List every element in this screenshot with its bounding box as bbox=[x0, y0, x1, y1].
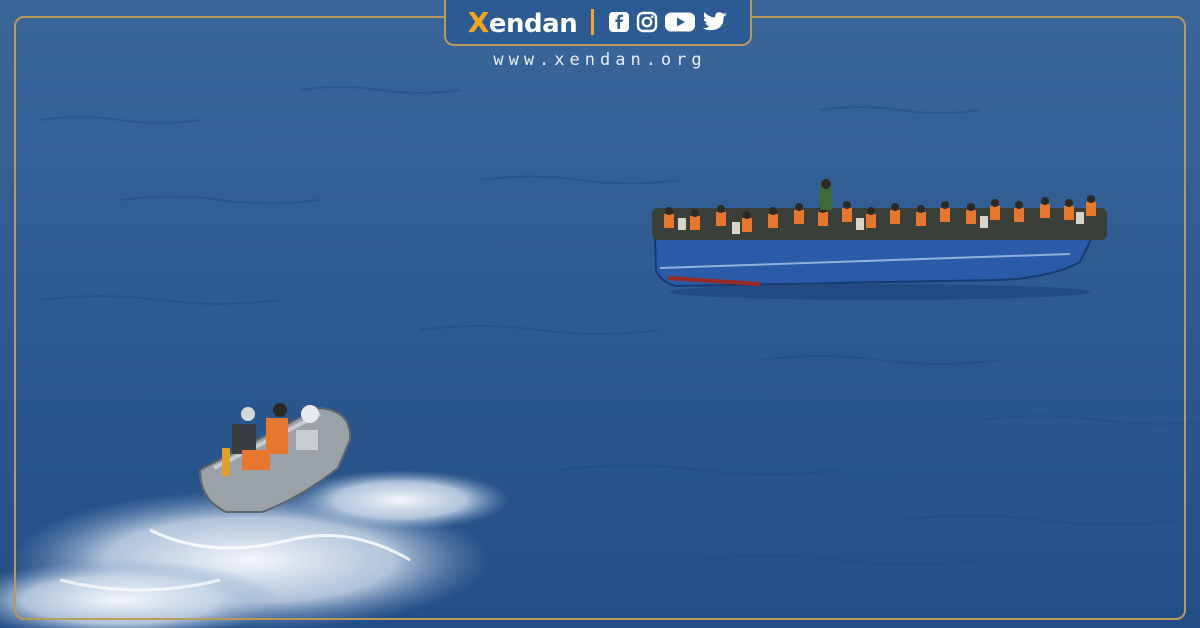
divider bbox=[591, 9, 595, 35]
xendan-logo[interactable]: X endan bbox=[467, 5, 578, 39]
photo-scene bbox=[0, 0, 1200, 628]
twitter-icon[interactable] bbox=[702, 11, 728, 33]
social-links bbox=[608, 11, 728, 33]
logo-text: endan bbox=[488, 8, 578, 39]
website-url[interactable]: www.xendan.org bbox=[440, 50, 760, 70]
instagram-icon[interactable] bbox=[636, 11, 658, 33]
sea-photo bbox=[0, 0, 1200, 628]
logo-mark: X bbox=[467, 5, 490, 39]
facebook-icon[interactable] bbox=[608, 11, 630, 33]
brand-header: X endan bbox=[444, 0, 752, 46]
youtube-icon[interactable] bbox=[664, 11, 696, 33]
